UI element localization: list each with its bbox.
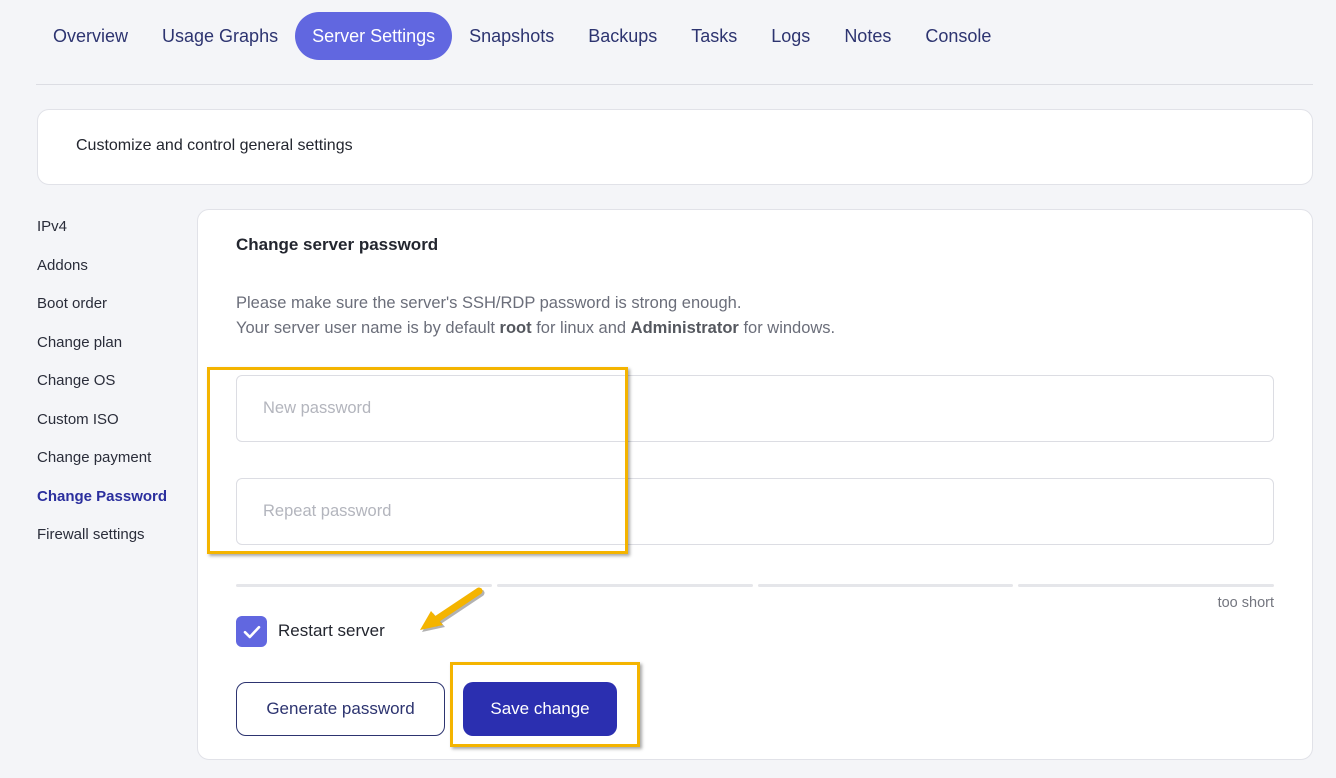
settings-sidebar: IPv4 Addons Boot order Change plan Chang… bbox=[37, 208, 197, 555]
panel-title: Change server password bbox=[236, 235, 439, 254]
check-icon bbox=[243, 625, 260, 638]
description-text: for windows. bbox=[738, 319, 836, 337]
panel-description: Please make sure the server's SSH/RDP pa… bbox=[236, 291, 835, 341]
save-change-button[interactable]: Save change bbox=[463, 682, 617, 736]
description-text: Your server user name is by default bbox=[236, 319, 500, 337]
strength-segment bbox=[757, 584, 1014, 587]
strength-segment bbox=[1018, 584, 1274, 587]
sidebar-item-change-plan[interactable]: Change plan bbox=[37, 324, 197, 363]
strength-label: too short bbox=[1217, 595, 1274, 611]
intro-text: Customize and control general settings bbox=[76, 137, 353, 154]
sidebar-item-change-payment[interactable]: Change payment bbox=[37, 439, 197, 478]
tab-console[interactable]: Console bbox=[908, 12, 1008, 60]
description-line-2: Your server user name is by default root… bbox=[236, 316, 835, 341]
sidebar-item-boot-order[interactable]: Boot order bbox=[37, 285, 197, 324]
sidebar-item-custom-iso[interactable]: Custom ISO bbox=[37, 401, 197, 440]
sidebar-item-change-os[interactable]: Change OS bbox=[37, 362, 197, 401]
tab-notes[interactable]: Notes bbox=[827, 12, 908, 60]
tabs-divider bbox=[36, 84, 1313, 85]
tab-usage-graphs[interactable]: Usage Graphs bbox=[145, 12, 295, 60]
tab-tasks[interactable]: Tasks bbox=[674, 12, 754, 60]
tab-overview[interactable]: Overview bbox=[36, 12, 145, 60]
strength-segment bbox=[236, 584, 492, 587]
change-password-panel: Change server password Please make sure … bbox=[197, 209, 1313, 760]
intro-card: Customize and control general settings bbox=[37, 109, 1313, 185]
tab-logs[interactable]: Logs bbox=[754, 12, 827, 60]
administrator-username: Administrator bbox=[630, 319, 739, 337]
tab-server-settings[interactable]: Server Settings bbox=[295, 12, 453, 60]
root-username: root bbox=[499, 319, 532, 337]
sidebar-item-change-password[interactable]: Change Password bbox=[37, 478, 197, 517]
description-line-1: Please make sure the server's SSH/RDP pa… bbox=[236, 294, 742, 312]
password-strength-meter bbox=[236, 584, 1274, 587]
description-text: for linux and bbox=[531, 319, 631, 337]
repeat-password-input[interactable] bbox=[236, 478, 1274, 545]
tab-snapshots[interactable]: Snapshots bbox=[452, 12, 571, 60]
restart-server-checkbox[interactable] bbox=[236, 616, 267, 647]
sidebar-item-ipv4[interactable]: IPv4 bbox=[37, 208, 197, 247]
generate-password-button[interactable]: Generate password bbox=[236, 682, 445, 736]
restart-server-label[interactable]: Restart server bbox=[278, 621, 385, 641]
sidebar-item-firewall-settings[interactable]: Firewall settings bbox=[37, 516, 197, 555]
strength-segment bbox=[496, 584, 753, 587]
tab-bar: Overview Usage Graphs Server Settings Sn… bbox=[36, 12, 1008, 60]
tab-backups[interactable]: Backups bbox=[571, 12, 674, 60]
new-password-input[interactable] bbox=[236, 375, 1274, 442]
sidebar-item-addons[interactable]: Addons bbox=[37, 247, 197, 286]
